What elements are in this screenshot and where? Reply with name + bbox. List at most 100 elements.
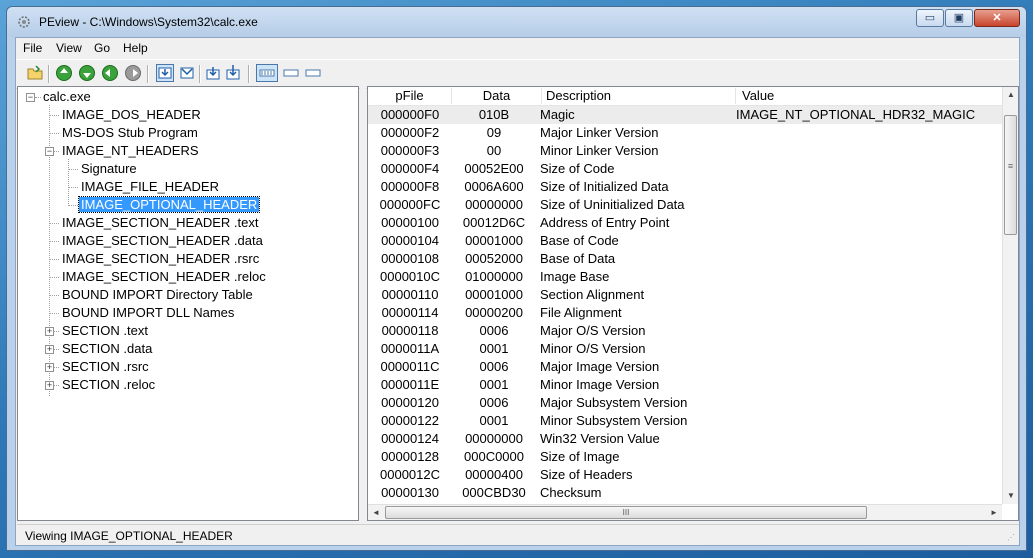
tree-view[interactable]: − calc.exe IMAGE_DOS_HEADER MS-DOS Stub P… xyxy=(17,86,359,521)
tree-root-expander[interactable]: − xyxy=(26,93,35,102)
table-row[interactable]: 00000118 0006 Major O/S Version xyxy=(368,322,1002,340)
tree-node[interactable]: BOUND IMPORT DLL Names xyxy=(60,304,236,322)
vertical-scroll-thumb[interactable]: ≡ xyxy=(1004,115,1017,235)
table-row[interactable]: 00000100 00012D6C Address of Entry Point xyxy=(368,214,1002,232)
tree-node[interactable]: IMAGE_SECTION_HEADER .reloc xyxy=(60,268,268,286)
view-details-icon[interactable] xyxy=(304,64,322,82)
view-import-icon[interactable] xyxy=(224,64,242,82)
menu-help[interactable]: Help xyxy=(123,41,148,55)
tree-node[interactable]: IMAGE_SECTION_HEADER .text xyxy=(60,214,261,232)
menu-file[interactable]: File xyxy=(23,41,42,55)
table-row[interactable]: 00000104 00001000 Base of Code xyxy=(368,232,1002,250)
maximize-button[interactable]: ▣ xyxy=(945,9,973,27)
tree-node[interactable]: SECTION .text xyxy=(60,322,150,340)
tree-node-label: IMAGE_FILE_HEADER xyxy=(81,179,219,194)
tree-node[interactable]: IMAGE_OPTIONAL_HEADER xyxy=(77,196,261,214)
tree-node[interactable]: BOUND IMPORT Directory Table xyxy=(60,286,255,304)
vertical-scrollbar[interactable]: ▲ ≡ ▼ xyxy=(1002,87,1018,504)
menu-view[interactable]: View xyxy=(56,41,82,55)
table-row[interactable]: 000000F2 09 Major Linker Version xyxy=(368,124,1002,142)
table-row[interactable]: 0000012C 00000400 Size of Headers xyxy=(368,466,1002,484)
scroll-down-icon[interactable]: ▼ xyxy=(1003,488,1018,504)
tree-node[interactable]: IMAGE_SECTION_HEADER .rsrc xyxy=(60,250,261,268)
table-row[interactable]: 000000F8 0006A600 Size of Initialized Data xyxy=(368,178,1002,196)
column-header-description[interactable]: Description xyxy=(542,88,736,104)
cell-data: 0001 xyxy=(479,341,509,356)
horizontal-scrollbar[interactable]: ◄ III ► xyxy=(368,504,1002,520)
table-row[interactable]: 000000FC 00000000 Size of Uninitialized Da… xyxy=(368,196,1002,214)
tree-node[interactable]: MS-DOS Stub Program xyxy=(60,124,200,142)
cell-data: 00 xyxy=(486,143,502,158)
table-row[interactable]: 00000120 0006 Major Subsystem Version xyxy=(368,394,1002,412)
tree-node[interactable]: IMAGE_SECTION_HEADER .data xyxy=(60,232,265,250)
tree-guide xyxy=(49,295,59,296)
table-row[interactable]: 000000F4 00052E00 Size of Code xyxy=(368,160,1002,178)
nav-up-icon[interactable] xyxy=(55,64,73,82)
table-row[interactable]: 00000128 000C0000 Size of Image xyxy=(368,448,1002,466)
nav-forward-icon[interactable] xyxy=(124,64,142,82)
tree-node[interactable]: SECTION .data xyxy=(60,340,154,358)
tree-node[interactable]: SECTION .rsrc xyxy=(60,358,151,376)
scroll-left-icon[interactable]: ◄ xyxy=(368,505,384,520)
tree-expander[interactable]: + xyxy=(45,363,54,372)
cell-pfile: 000000F3 xyxy=(380,143,440,158)
menu-go[interactable]: Go xyxy=(94,41,110,55)
cell-pfile: 000000F8 xyxy=(380,179,440,194)
tree-expander[interactable]: + xyxy=(45,381,54,390)
tree-node[interactable]: IMAGE_DOS_HEADER xyxy=(60,106,203,124)
tree-expander[interactable]: + xyxy=(45,327,54,336)
tree-node[interactable]: Signature xyxy=(79,160,139,178)
horizontal-scroll-thumb[interactable]: III xyxy=(385,506,867,519)
cell-data: 000CBD30 xyxy=(462,485,526,500)
cell-data: 00001000 xyxy=(465,233,523,248)
window-title: PEview - C:\Windows\System32\calc.exe xyxy=(39,15,258,29)
scroll-right-icon[interactable]: ► xyxy=(986,505,1002,520)
tree-node-root[interactable]: calc.exe xyxy=(41,88,93,106)
column-header-value[interactable]: Value xyxy=(738,88,1002,104)
view-section-icon[interactable] xyxy=(204,64,222,82)
table-row[interactable]: 00000114 00000200 File Alignment xyxy=(368,304,1002,322)
cell-pfile: 0000011A xyxy=(380,341,440,356)
table-row[interactable]: 0000010C 01000000 Image Base xyxy=(368,268,1002,286)
tree-node[interactable]: IMAGE_NT_HEADERS xyxy=(60,142,201,160)
view-small-icon[interactable] xyxy=(282,64,300,82)
view-header-icon[interactable] xyxy=(178,64,196,82)
cell-pfile: 00000114 xyxy=(381,305,439,320)
table-row[interactable]: 00000108 00052000 Base of Data xyxy=(368,250,1002,268)
details-list[interactable]: pFile Data Description Value 000000F0 010… xyxy=(367,86,1019,521)
cell-pfile: 00000130 xyxy=(381,485,439,500)
table-row[interactable]: 0000011E 0001 Minor Image Version xyxy=(368,376,1002,394)
nav-back-icon[interactable] xyxy=(101,64,119,82)
cell-pfile: 00000110 xyxy=(381,287,439,302)
table-row[interactable]: 00000124 00000000 Win32 Version Value xyxy=(368,430,1002,448)
cell-pfile: 000000F4 xyxy=(380,161,440,176)
table-row[interactable]: 0000011A 0001 Minor O/S Version xyxy=(368,340,1002,358)
resize-grip-icon[interactable]: ⋰ xyxy=(1007,533,1017,543)
view-raw-icon[interactable] xyxy=(156,64,174,82)
scroll-up-icon[interactable]: ▲ xyxy=(1003,87,1018,103)
tree-node[interactable]: IMAGE_FILE_HEADER xyxy=(79,178,221,196)
cell-data: 0006 xyxy=(479,395,509,410)
table-row[interactable]: 00000130 000CBD30 Checksum xyxy=(368,484,1002,502)
tree-expander[interactable]: − xyxy=(45,147,54,156)
minimize-button[interactable]: ▭ xyxy=(916,9,944,27)
table-row[interactable]: 000000F3 00 Minor Linker Version xyxy=(368,142,1002,160)
table-row[interactable]: 0000011C 0006 Major Image Version xyxy=(368,358,1002,376)
tree-node[interactable]: SECTION .reloc xyxy=(60,376,157,394)
pane-splitter[interactable] xyxy=(360,86,366,521)
table-row[interactable]: 00000122 0001 Minor Subsystem Version xyxy=(368,412,1002,430)
nav-down-icon[interactable] xyxy=(78,64,96,82)
toolbar xyxy=(16,59,1019,89)
tree-expander[interactable]: + xyxy=(45,345,54,354)
close-button[interactable]: ✕ xyxy=(974,9,1020,27)
open-icon[interactable] xyxy=(26,64,44,82)
toolbar-separator xyxy=(48,65,50,83)
column-header-data[interactable]: Data xyxy=(452,88,542,104)
table-row[interactable]: 000000F0 010B Magic IMAGE_NT_OPTIONAL_HDR32… xyxy=(368,106,1002,124)
column-header-pfile[interactable]: pFile xyxy=(368,88,452,104)
title-bar[interactable]: PEview - C:\Windows\System32\calc.exe ▭ … xyxy=(7,7,1026,37)
toolbar-separator xyxy=(147,65,149,83)
table-row[interactable]: 00000110 00001000 Section Alignment xyxy=(368,286,1002,304)
view-list-icon[interactable] xyxy=(256,64,278,82)
cell-data: 00000200 xyxy=(465,305,523,320)
